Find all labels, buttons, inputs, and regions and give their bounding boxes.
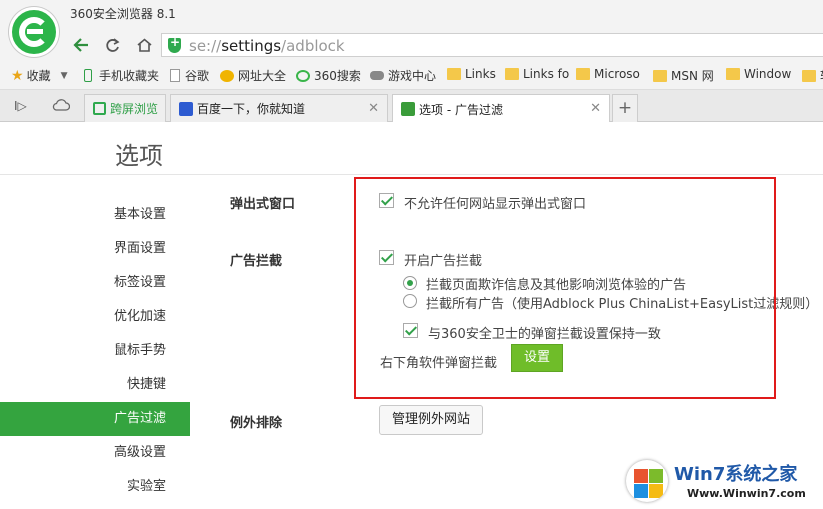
home-icon[interactable] bbox=[133, 34, 155, 56]
sidebar-item-basic[interactable]: 基本设置 bbox=[0, 198, 190, 232]
folder-icon bbox=[802, 69, 816, 82]
phone-icon bbox=[84, 69, 92, 82]
sidebar-item-optimize[interactable]: 优化加速 bbox=[0, 300, 190, 334]
bookmark-msn[interactable]: MSN 网 bbox=[653, 67, 714, 84]
watermark: Win7系统之家 Www.Winwin7.com bbox=[624, 454, 823, 509]
sidebar-item-advanced[interactable]: 高级设置 bbox=[0, 436, 190, 470]
bookmark-links[interactable]: Links bbox=[447, 67, 496, 81]
popup-section-label: 弹出式窗口 bbox=[230, 197, 296, 212]
bookmark-favorites[interactable]: ★ 收藏 ▼ bbox=[11, 67, 68, 84]
watermark-title: Win7系统之家 bbox=[674, 464, 798, 485]
gamepad-icon bbox=[370, 71, 384, 80]
page-icon bbox=[170, 69, 180, 82]
baidu-paw-icon bbox=[179, 101, 193, 116]
refresh-icon[interactable] bbox=[101, 34, 123, 56]
tab-baidu[interactable]: 百度一下，你就知道 ✕ bbox=[170, 94, 388, 122]
bookmark-games[interactable]: 游戏中心 bbox=[370, 67, 436, 84]
tab-options-adblock[interactable]: 选项 - 广告过滤 ✕ bbox=[392, 94, 610, 123]
tab-strip: I▷ 跨屏浏览 百度一下，你就知道 ✕ 选项 - 广告过滤 ✕ + bbox=[0, 90, 823, 123]
bookmark-microso[interactable]: Microso bbox=[576, 67, 640, 81]
star-icon: ★ bbox=[11, 67, 24, 84]
url-text: se://settings/adblock bbox=[189, 37, 345, 55]
app-title: 360安全浏览器 8.1 bbox=[70, 7, 176, 21]
folder-icon bbox=[576, 68, 590, 80]
close-icon[interactable]: ✕ bbox=[590, 101, 601, 116]
new-tab-button[interactable]: + bbox=[612, 94, 638, 122]
watermark-url: Www.Winwin7.com bbox=[687, 487, 806, 500]
title-bar: 360安全浏览器 8.1 bbox=[0, 0, 823, 30]
sidebar-item-mouse-gestures[interactable]: 鼠标手势 bbox=[0, 334, 190, 368]
security-shield-icon bbox=[168, 35, 181, 53]
browser-logo-icon bbox=[9, 7, 59, 57]
address-bar[interactable]: se://settings/adblock bbox=[161, 33, 823, 57]
divider bbox=[0, 174, 823, 175]
folder-icon bbox=[505, 68, 519, 80]
folder-icon bbox=[726, 68, 740, 80]
sidebar-item-shortcuts[interactable]: 快捷键 bbox=[0, 368, 190, 402]
sidebar-item-lab[interactable]: 实验室 bbox=[0, 470, 190, 504]
windows-logo-icon bbox=[626, 460, 668, 502]
folder-icon bbox=[447, 68, 461, 80]
wrench-icon bbox=[401, 102, 415, 116]
site-icon bbox=[220, 69, 234, 82]
bookmark-google[interactable]: 谷歌 bbox=[170, 67, 209, 84]
bookmark-links-fo[interactable]: Links fo bbox=[505, 67, 569, 81]
cross-screen-icon bbox=[93, 102, 106, 115]
bookmark-window[interactable]: Window bbox=[726, 67, 791, 81]
sidebar-item-interface[interactable]: 界面设置 bbox=[0, 232, 190, 266]
cloud-icon[interactable] bbox=[52, 98, 71, 115]
adblock-section-label: 广告拦截 bbox=[230, 254, 283, 269]
folder-icon bbox=[653, 69, 667, 82]
bookmark-mobile[interactable]: 手机收藏夹 bbox=[84, 67, 159, 84]
chevron-down-icon[interactable]: ▼ bbox=[61, 71, 68, 81]
bookmark-360search[interactable]: 360搜索 bbox=[296, 67, 361, 84]
search-site-icon bbox=[296, 69, 310, 82]
sidebar-item-tabs[interactable]: 标签设置 bbox=[0, 266, 190, 300]
bookmark-soft[interactable]: 软 bbox=[802, 67, 823, 84]
page-title: 选项 bbox=[115, 142, 163, 170]
settings-page: 选项 基本设置 界面设置 标签设置 优化加速 鼠标手势 快捷键 广告过滤 高级设… bbox=[0, 122, 823, 509]
bookmarks-bar: ★ 收藏 ▼ 手机收藏夹 谷歌 网址大全 360搜索 游戏中心 Links Link… bbox=[0, 60, 823, 90]
close-icon[interactable]: ✕ bbox=[368, 101, 379, 116]
sidebar-item-adblock[interactable]: 广告过滤 bbox=[0, 402, 190, 436]
manage-exceptions-button[interactable]: 管理例外网站 bbox=[379, 405, 483, 435]
bookmark-hao360[interactable]: 网址大全 bbox=[220, 67, 286, 84]
sidebar-toggle-icon[interactable]: I▷ bbox=[14, 99, 27, 113]
highlight-box bbox=[354, 177, 776, 399]
exceptions-section-label: 例外排除 bbox=[230, 416, 283, 431]
navigation-bar: se://settings/adblock bbox=[0, 30, 823, 60]
back-arrow-icon[interactable] bbox=[70, 34, 92, 56]
tab-cross-screen[interactable]: 跨屏浏览 bbox=[84, 94, 166, 122]
